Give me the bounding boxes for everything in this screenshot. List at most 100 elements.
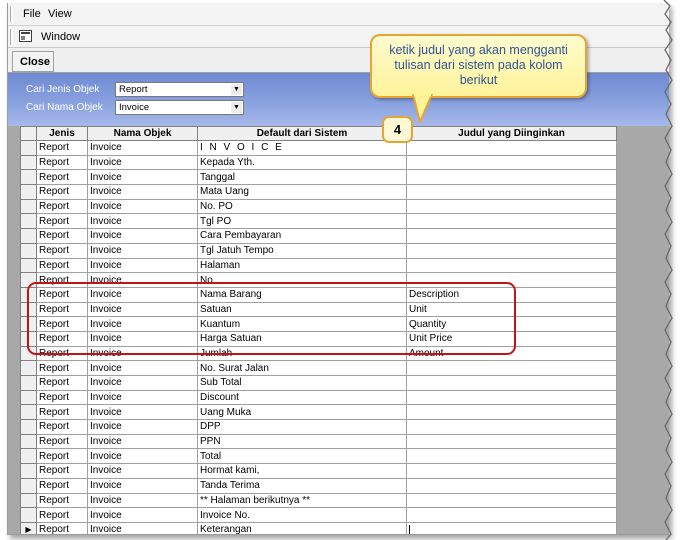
cell-default[interactable]: Harga Satuan: [197, 330, 407, 347]
row-selector[interactable]: [20, 286, 37, 303]
chevron-down-icon[interactable]: ▼: [231, 84, 242, 95]
cell-jenis[interactable]: Report: [36, 272, 88, 288]
cell-default[interactable]: No. PO: [197, 198, 407, 215]
cell-judul[interactable]: [406, 433, 617, 450]
row-selector[interactable]: [20, 154, 37, 171]
cell-jenis[interactable]: Report: [36, 477, 88, 494]
table-row[interactable]: Report Invoice Harga Satuan Unit Price: [20, 330, 617, 347]
cell-default[interactable]: Tgl PO: [197, 213, 407, 230]
cell-jenis[interactable]: Report: [36, 154, 88, 171]
row-selector[interactable]: [20, 169, 37, 186]
row-selector[interactable]: [20, 375, 37, 391]
cell-nama-objek[interactable]: Invoice: [87, 228, 198, 244]
table-row[interactable]: Report Invoice Nama Barang Description: [20, 286, 617, 303]
cell-jenis[interactable]: Report: [36, 198, 88, 215]
cell-jenis[interactable]: Report: [36, 169, 88, 186]
cell-jenis[interactable]: Report: [36, 213, 88, 230]
cell-jenis[interactable]: Report: [36, 492, 88, 509]
cell-judul[interactable]: Unit Price: [406, 330, 617, 347]
table-row[interactable]: Report Invoice Cara Pembayaran: [20, 228, 617, 244]
chevron-down-icon[interactable]: ▼: [231, 102, 242, 113]
row-selector[interactable]: [20, 257, 37, 274]
row-selector[interactable]: [20, 360, 37, 376]
cell-nama-objek[interactable]: Invoice: [87, 154, 198, 171]
cell-default[interactable]: No. Surat Jalan: [197, 360, 407, 376]
cell-default[interactable]: Invoice No.: [197, 507, 407, 523]
cell-jenis[interactable]: Report: [36, 301, 88, 318]
cell-judul[interactable]: [406, 507, 617, 523]
column-header-judul[interactable]: Judul yang Diinginkan: [406, 126, 617, 141]
cell-nama-objek[interactable]: Invoice: [87, 257, 198, 274]
row-selector[interactable]: [20, 184, 37, 200]
cell-nama-objek[interactable]: Invoice: [87, 404, 198, 421]
table-row[interactable]: Report Invoice PPN: [20, 433, 617, 450]
table-row[interactable]: Report Invoice Hormat kami,: [20, 463, 617, 479]
row-selector[interactable]: [20, 301, 37, 318]
cell-default[interactable]: Jumlah: [197, 345, 407, 362]
jenis-objek-combobox[interactable]: Report ▼: [115, 82, 244, 97]
cell-judul[interactable]: Description: [406, 286, 617, 303]
row-selector[interactable]: [20, 433, 37, 450]
row-selector[interactable]: [20, 448, 37, 465]
cell-jenis[interactable]: Report: [36, 389, 88, 406]
cell-jenis[interactable]: Report: [36, 242, 88, 259]
cell-default[interactable]: Total: [197, 448, 407, 465]
cell-nama-objek[interactable]: Invoice: [87, 301, 198, 318]
cell-judul[interactable]: [406, 140, 617, 156]
cell-judul[interactable]: [406, 272, 617, 288]
cell-default[interactable]: Cara Pembayaran: [197, 228, 407, 244]
cell-jenis[interactable]: Report: [36, 286, 88, 303]
cell-judul[interactable]: [406, 154, 617, 171]
cell-default[interactable]: Tanggal: [197, 169, 407, 186]
cell-jenis[interactable]: Report: [36, 228, 88, 244]
cell-nama-objek[interactable]: Invoice: [87, 140, 198, 156]
cell-judul[interactable]: [406, 389, 617, 406]
cell-nama-objek[interactable]: Invoice: [87, 433, 198, 450]
cell-jenis[interactable]: Report: [36, 419, 88, 435]
menu-file[interactable]: File: [23, 8, 41, 20]
cell-default[interactable]: Kuantum: [197, 316, 407, 332]
column-header-default[interactable]: Default dari Sistem: [197, 126, 407, 141]
cell-default[interactable]: ** Halaman berikutnya **: [197, 492, 407, 509]
cell-default[interactable]: Mata Uang: [197, 184, 407, 200]
cell-judul[interactable]: Quantity: [406, 316, 617, 332]
cell-jenis[interactable]: Report: [36, 507, 88, 523]
cell-default[interactable]: Discount: [197, 389, 407, 406]
table-row[interactable]: Report Invoice Jumlah Amount: [20, 345, 617, 362]
cell-default[interactable]: Halaman: [197, 257, 407, 274]
table-row[interactable]: Report Invoice ** Halaman berikutnya **: [20, 492, 617, 509]
table-row[interactable]: Report Invoice DPP: [20, 419, 617, 435]
cell-jenis[interactable]: Report: [36, 257, 88, 274]
row-selector[interactable]: [20, 389, 37, 406]
table-row[interactable]: Report Invoice No. PO: [20, 198, 617, 215]
cell-nama-objek[interactable]: Invoice: [87, 521, 198, 534]
cell-nama-objek[interactable]: Invoice: [87, 419, 198, 435]
row-selector[interactable]: [20, 419, 37, 435]
cell-nama-objek[interactable]: Invoice: [87, 492, 198, 509]
row-selector[interactable]: [20, 272, 37, 288]
row-selector[interactable]: [20, 507, 37, 523]
cell-nama-objek[interactable]: Invoice: [87, 242, 198, 259]
cell-default[interactable]: Nama Barang: [197, 286, 407, 303]
cell-default[interactable]: Tgl Jatuh Tempo: [197, 242, 407, 259]
table-row[interactable]: Report Invoice Sub Total: [20, 375, 617, 391]
cell-default[interactable]: Keterangan: [197, 521, 407, 534]
row-selector[interactable]: [20, 345, 37, 362]
table-row[interactable]: Report Invoice No.: [20, 272, 617, 288]
table-row[interactable]: Report Invoice Tgl PO: [20, 213, 617, 230]
row-selector[interactable]: [20, 198, 37, 215]
table-row[interactable]: Report Invoice Mata Uang: [20, 184, 617, 200]
cell-jenis[interactable]: Report: [36, 360, 88, 376]
row-selector[interactable]: ▶: [20, 521, 37, 534]
cell-judul[interactable]: [406, 521, 617, 534]
cell-nama-objek[interactable]: Invoice: [87, 198, 198, 215]
table-row[interactable]: Report Invoice Tgl Jatuh Tempo: [20, 242, 617, 259]
cell-judul[interactable]: [406, 463, 617, 479]
close-button[interactable]: Close: [12, 51, 54, 72]
menu-view[interactable]: View: [48, 8, 72, 20]
table-row[interactable]: Report Invoice Satuan Unit: [20, 301, 617, 318]
cell-jenis[interactable]: Report: [36, 345, 88, 362]
table-row[interactable]: Report Invoice Total: [20, 448, 617, 465]
cell-nama-objek[interactable]: Invoice: [87, 345, 198, 362]
table-row[interactable]: Report Invoice Kuantum Quantity: [20, 316, 617, 332]
